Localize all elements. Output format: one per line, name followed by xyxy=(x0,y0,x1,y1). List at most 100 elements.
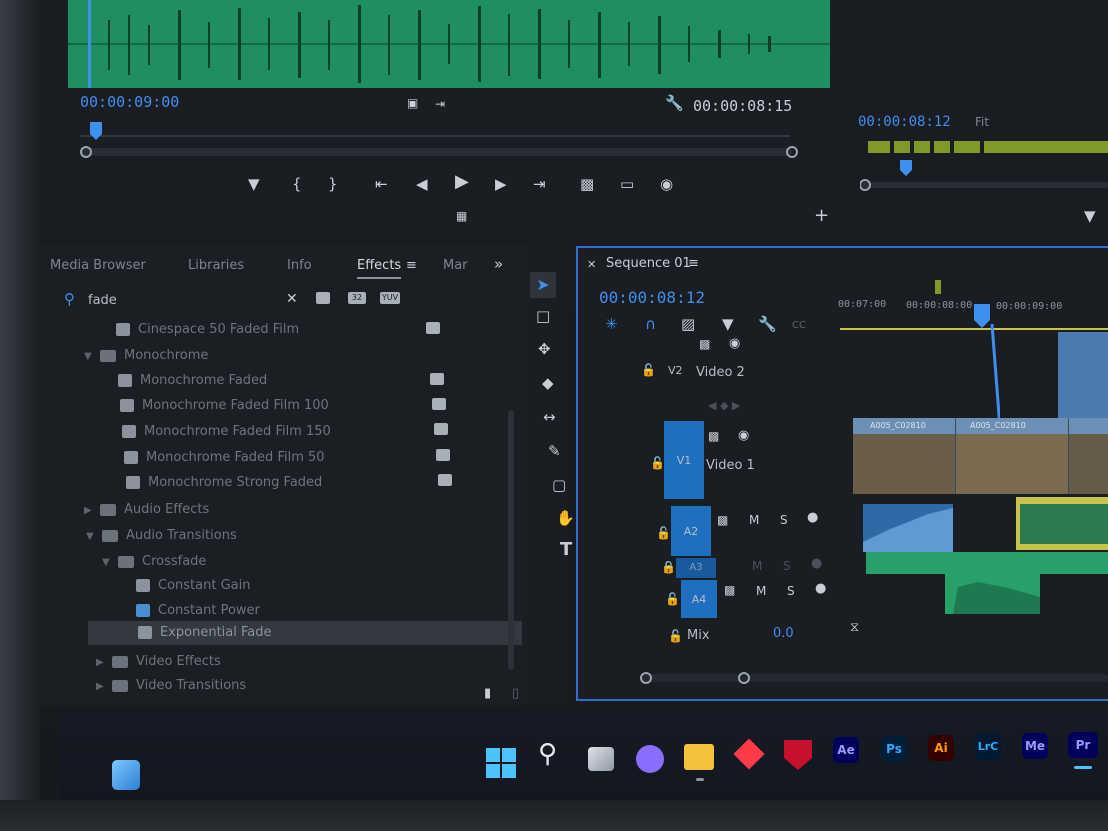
taskbar-media-encoder[interactable]: Me xyxy=(1022,733,1048,759)
go-to-in-icon[interactable]: ⇤ xyxy=(375,176,388,192)
linked-selection-icon[interactable]: ▨ xyxy=(681,316,695,332)
list-item[interactable]: ▼ Monochrome xyxy=(84,348,208,363)
list-item[interactable]: ▼ Audio Transitions xyxy=(86,528,237,543)
taskbar-photoshop[interactable]: Ps xyxy=(881,736,907,762)
tab-markers[interactable]: Mar xyxy=(443,258,468,273)
sequence-timecode[interactable]: 00:00:08:12 xyxy=(599,288,705,307)
sequence-tab[interactable]: Sequence 01 xyxy=(606,256,691,271)
track-lock-icon[interactable]: 🔓 xyxy=(668,628,683,644)
list-item[interactable]: Constant Power xyxy=(136,603,260,618)
tab-info[interactable]: Info xyxy=(287,258,312,273)
ripple-edit-tool-icon[interactable]: ✥ xyxy=(538,341,551,357)
timeline-zoom-scrollbar[interactable] xyxy=(636,668,1108,688)
type-tool-icon[interactable]: T xyxy=(560,541,572,559)
jog-icon[interactable]: ⇥ xyxy=(435,96,445,112)
track-lock-icon[interactable]: 🔓 xyxy=(641,362,656,378)
new-bin-icon[interactable]: ▮ xyxy=(484,686,491,702)
eye-icon[interactable]: ◉ xyxy=(738,428,749,444)
track-id-a4[interactable]: A4 xyxy=(681,580,717,618)
panel-menu-icon[interactable]: ≡ xyxy=(406,258,417,274)
wrench-icon[interactable]: 🔧 xyxy=(665,95,684,111)
tab-effects[interactable]: Effects xyxy=(357,258,402,279)
file-explorer-icon[interactable] xyxy=(684,744,714,770)
toggle-sync-icon[interactable]: ▩ xyxy=(699,336,710,352)
chevron-down-icon[interactable]: ▼ xyxy=(86,531,96,542)
fit-icon[interactable]: ▣ xyxy=(407,95,418,111)
mark-in-icon[interactable]: { xyxy=(292,176,302,192)
list-item[interactable]: ▼ Crossfade xyxy=(102,554,206,569)
sequence-menu-icon[interactable]: ≡ xyxy=(688,256,699,272)
insert-icon[interactable]: ▩ xyxy=(580,176,594,192)
timeline-settings-icon[interactable]: 🔧 xyxy=(758,316,777,332)
track-lock-icon[interactable]: 🔒 xyxy=(661,559,676,575)
taskbar-lightroom-classic[interactable]: LrC xyxy=(975,734,1001,760)
mute-button[interactable]: M xyxy=(749,513,759,527)
razor-tool-icon[interactable]: ◆ xyxy=(542,375,554,391)
track-id-v1[interactable]: V1 xyxy=(664,421,704,499)
timeline-tracks[interactable] xyxy=(848,332,1108,622)
nest-icon[interactable]: ✳ xyxy=(605,316,618,332)
solo-button[interactable]: S xyxy=(783,559,791,573)
overwrite-icon[interactable]: ▭ xyxy=(620,176,634,192)
track-id-a3[interactable]: A3 xyxy=(676,558,716,578)
solo-button[interactable]: S xyxy=(780,513,788,527)
list-item[interactable]: Monochrome Faded Film 100 xyxy=(120,398,329,413)
mute-button[interactable]: M xyxy=(752,559,762,573)
keyframe-nav-icon[interactable]: ◀ ◆ ▶ xyxy=(708,398,740,414)
go-to-out-icon[interactable]: ⇥ xyxy=(533,176,546,192)
settings-icon[interactable]: ▼ xyxy=(1084,208,1096,224)
accelerated-effects-icon[interactable] xyxy=(316,292,330,304)
list-item[interactable]: Monochrome Strong Faded xyxy=(126,475,322,490)
captions-icon[interactable]: CC xyxy=(792,318,806,334)
taskbar-illustrator[interactable]: Ai xyxy=(928,735,954,761)
close-icon[interactable]: ✕ xyxy=(587,257,596,273)
selection-tool-icon[interactable]: ➤ xyxy=(530,272,556,298)
start-icon[interactable] xyxy=(486,748,516,778)
chevron-right-icon[interactable]: ▶ xyxy=(84,505,94,516)
widgets-icon[interactable] xyxy=(112,760,140,790)
add-button-icon[interactable]: + xyxy=(814,207,829,225)
search-icon[interactable]: ⚲ xyxy=(538,741,557,767)
mark-out-icon[interactable]: } xyxy=(328,176,338,192)
step-back-icon[interactable]: ◀ xyxy=(416,176,428,192)
list-item[interactable]: Monochrome Faded Film 50 xyxy=(124,450,325,465)
chevron-down-icon[interactable]: ▼ xyxy=(102,557,112,568)
list-item[interactable]: Monochrome Faded xyxy=(118,373,267,388)
toggle-sync-icon[interactable]: ▩ xyxy=(724,582,735,598)
mute-button[interactable]: M xyxy=(756,584,766,598)
add-marker-icon[interactable]: ▼ xyxy=(722,316,734,332)
track-lock-icon[interactable]: 🔓 xyxy=(656,525,671,541)
source-waveform[interactable] xyxy=(68,0,830,88)
microphone-icon[interactable]: ● xyxy=(807,510,818,526)
tab-media-browser[interactable]: Media Browser xyxy=(50,258,146,273)
slip-tool-icon[interactable]: ↔ xyxy=(543,409,556,425)
taskbar-after-effects[interactable]: Ae xyxy=(833,737,859,763)
camera-icon[interactable]: ◉ xyxy=(660,176,673,192)
fit-dropdown[interactable]: Fit xyxy=(975,115,989,129)
clip-name[interactable]: A005_C02810 xyxy=(870,421,926,430)
rectangle-tool-icon[interactable]: ▢ xyxy=(552,477,566,493)
track-id-v2[interactable]: V2 xyxy=(668,364,683,377)
list-item-selected[interactable]: Exponential Fade xyxy=(88,621,526,645)
microphone-icon[interactable]: ● xyxy=(815,581,826,597)
track-lock-icon[interactable]: 🔓 xyxy=(665,591,680,607)
more-tabs-icon[interactable]: » xyxy=(494,256,503,272)
button-editor-icon[interactable]: ▦ xyxy=(456,208,467,224)
mix-value[interactable]: 0.0 xyxy=(773,626,794,641)
toggle-sync-icon[interactable]: ▩ xyxy=(717,512,728,528)
yuv-effects-icon[interactable]: YUV xyxy=(380,292,400,304)
list-item[interactable]: ▶ Video Effects xyxy=(96,654,221,669)
chevron-down-icon[interactable]: ▼ xyxy=(84,351,94,362)
task-view-icon[interactable] xyxy=(588,747,614,771)
program-mini-timeline[interactable] xyxy=(860,138,1108,198)
toggle-sync-icon[interactable]: ▩ xyxy=(708,428,719,444)
32bit-effects-icon[interactable]: 32 xyxy=(348,292,366,304)
source-timecode-left[interactable]: 00:00:09:00 xyxy=(80,93,179,111)
list-item[interactable]: ▶ Audio Effects xyxy=(84,502,209,517)
source-time-ruler[interactable] xyxy=(80,118,800,158)
list-item[interactable]: Cinespace 50 Faded Film xyxy=(116,322,299,337)
list-item[interactable]: Constant Gain xyxy=(136,578,250,593)
clear-search-icon[interactable]: ✕ xyxy=(286,291,298,307)
microphone-icon[interactable]: ● xyxy=(811,556,822,572)
chevron-right-icon[interactable]: ▶ xyxy=(96,681,106,692)
